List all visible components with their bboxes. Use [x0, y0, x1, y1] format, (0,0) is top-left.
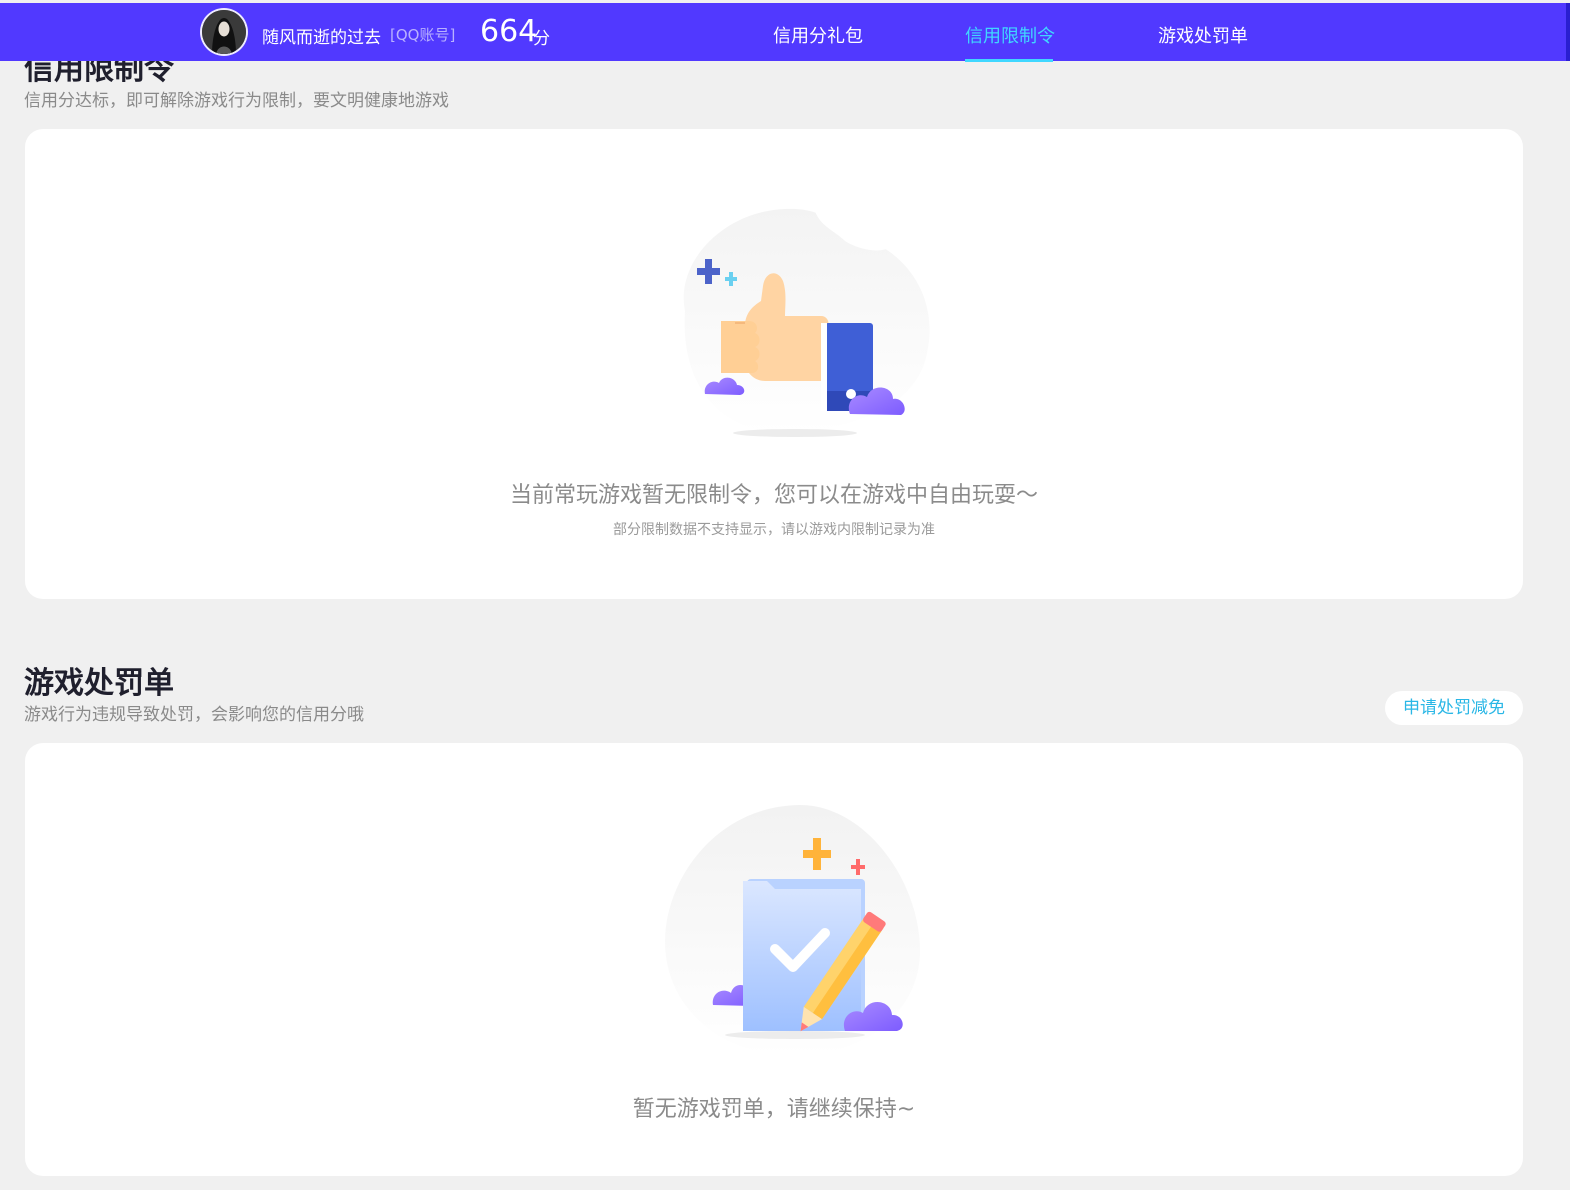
- penalty-section-title: 游戏处罚单: [24, 666, 174, 701]
- apply-penalty-reduction-button[interactable]: 申请处罚减免: [1385, 691, 1523, 725]
- credit-score: 664: [480, 14, 538, 49]
- penalty-card: 暂无游戏罚单，请继续保持~: [25, 743, 1523, 1176]
- active-tab-indicator: [965, 59, 1053, 62]
- avatar[interactable]: [202, 10, 246, 54]
- restriction-card: 当前常玩游戏暂无限制令，您可以在游戏中自由玩耍～ 部分限制数据不支持显示，请以游…: [25, 129, 1523, 599]
- tab-game-penalty[interactable]: 游戏处罚单: [1158, 22, 1248, 48]
- restriction-empty-message: 当前常玩游戏暂无限制令，您可以在游戏中自由玩耍～: [509, 483, 1038, 508]
- tab-credit-gift[interactable]: 信用分礼包: [773, 22, 863, 48]
- scrollbar-edge: [1566, 3, 1570, 61]
- checklist-pencil-icon: [665, 805, 920, 1056]
- restriction-section-subtitle: 信用分达标，即可解除游戏行为限制，要文明健康地游戏: [24, 91, 449, 111]
- top-navigation-bar: 随风而逝的过去 [QQ账号] 664 分 信用分礼包 信用限制令 游戏处罚单: [0, 3, 1570, 62]
- penalty-empty-message: 暂无游戏罚单，请继续保持~: [632, 1097, 916, 1122]
- restriction-data-note: 部分限制数据不支持显示，请以游戏内限制记录为准: [613, 522, 935, 538]
- tab-credit-restriction[interactable]: 信用限制令: [965, 22, 1055, 48]
- thumbs-up-icon: [683, 208, 930, 437]
- username: 随风而逝的过去: [262, 28, 381, 48]
- credit-page: 信用限制令 信用分达标，即可解除游戏行为限制，要文明健康地游戏 随风而逝的过去 …: [0, 0, 1570, 1190]
- penalty-section-subtitle: 游戏行为违规导致处罚，会影响您的信用分哦: [24, 705, 364, 725]
- avatar-image-icon: [202, 10, 246, 54]
- account-type-label: [QQ账号]: [390, 26, 456, 44]
- credit-score-unit: 分: [533, 29, 550, 49]
